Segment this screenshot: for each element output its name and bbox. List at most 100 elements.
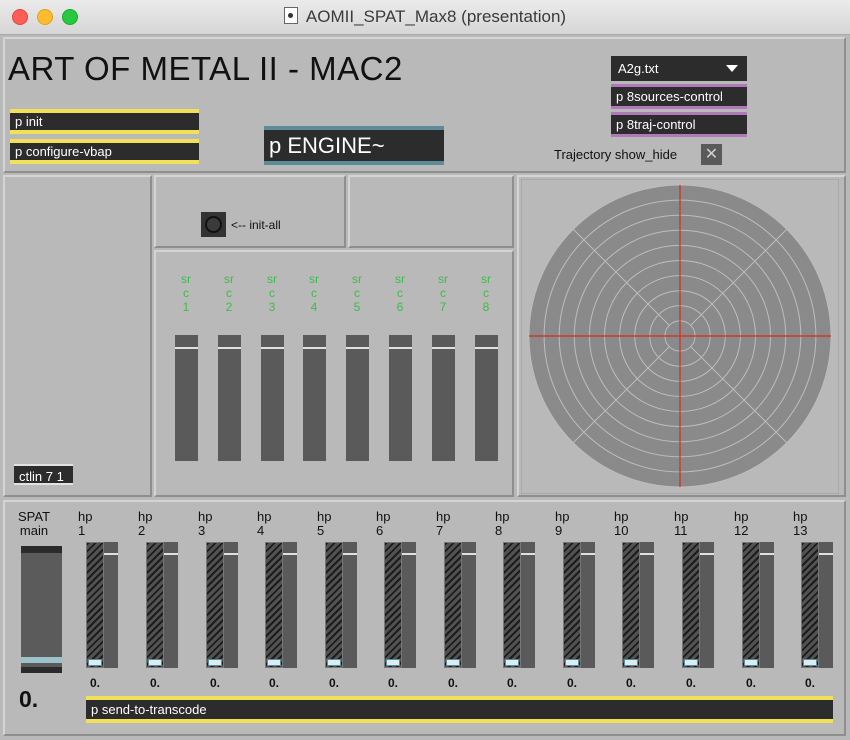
trajectory-grid [528,184,832,488]
ctlin-object[interactable]: ctlin 7 1 [14,464,73,485]
title-bar: AOMII_SPAT_Max8 (presentation) [0,0,850,35]
speaker-label-line: 12 [734,523,749,538]
main-value: 0. [19,686,39,712]
speaker-label-line: 2 [138,523,146,538]
source-label-3: sr c 3 [258,272,286,314]
source-label-line: sr [352,272,362,286]
speaker-label-12: hp 12 [734,510,764,538]
speaker-label-line: hp [376,509,391,524]
source-slider-5[interactable] [346,335,369,461]
speaker-gain-1[interactable] [104,542,118,668]
meter-cap [744,659,758,666]
trajectory-view[interactable] [521,179,839,494]
source-label-line: 3 [268,300,276,314]
speaker-label-line: hp [793,509,808,524]
speaker-gain-3[interactable] [224,542,238,668]
speaker-gain-10[interactable] [640,542,654,668]
speaker-meter-2 [146,542,164,668]
page-title: ART OF METAL II - MAC2 [8,50,403,87]
source-slider-3[interactable] [261,335,284,461]
p-8traj-control-object[interactable]: p 8traj-control [611,112,747,137]
speaker-label-line: 9 [555,523,563,538]
speaker-label-1: hp 1 [78,510,108,538]
source-slider-7[interactable] [432,335,455,461]
speaker-label-6: hp 6 [376,510,406,538]
meter-cap [624,659,638,666]
file-menu[interactable]: A2g.txt [611,56,747,81]
speaker-label-4: hp 4 [257,510,287,538]
p-engine-object[interactable]: p ENGINE~ [264,126,444,165]
source-label-line: c [354,286,360,300]
source-label-line: c [183,286,189,300]
source-label-line: 7 [439,300,447,314]
speaker-gain-12[interactable] [760,542,774,668]
speaker-value-2: 0. [149,676,160,690]
meter-cap [267,659,281,666]
source-label-line: 6 [396,300,404,314]
source-label-line: sr [224,272,234,286]
init-all-label: <-- init-all [231,218,281,232]
source-slider-4[interactable] [303,335,326,461]
speaker-label-line: hp [614,509,629,524]
speaker-label-7: hp 7 [436,510,466,538]
speaker-meter-7 [444,542,462,668]
speaker-label-line: 7 [436,523,444,538]
speaker-meter-1 [86,542,104,668]
p-init-object[interactable]: p init [10,109,199,134]
speaker-value-6: 0. [387,676,398,690]
speaker-gain-2[interactable] [164,542,178,668]
speaker-gain-8[interactable] [521,542,535,668]
speaker-value-8: 0. [506,676,517,690]
speaker-gain-5[interactable] [343,542,357,668]
source-label-line: 1 [182,300,190,314]
speaker-label-line: 5 [317,523,325,538]
speaker-label-line: hp [436,509,451,524]
empty-panel [348,175,514,248]
source-slider-8[interactable] [475,335,498,461]
document-icon [283,7,298,24]
meter-cap [565,659,579,666]
speaker-meter-11 [682,542,700,668]
source-slider-6[interactable] [389,335,412,461]
source-label-line: sr [309,272,319,286]
speaker-label-line: 11 [674,523,688,538]
speaker-meter-10 [622,542,640,668]
p-send-to-transcode-object[interactable]: p send-to-transcode [86,696,833,723]
spat-main-label: SPAT main [13,510,55,538]
window-title: AOMII_SPAT_Max8 (presentation) [0,7,850,27]
source-slider-2[interactable] [218,335,241,461]
main-fader[interactable] [21,546,62,673]
speaker-value-13: 0. [804,676,815,690]
meter-cap [505,659,519,666]
speaker-meter-13 [801,542,819,668]
main-fader-top [21,546,62,553]
speaker-gain-7[interactable] [462,542,476,668]
speaker-gain-6[interactable] [402,542,416,668]
x-toggle-icon[interactable]: ✕ [701,144,722,165]
speaker-meter-6 [384,542,402,668]
source-label-5: sr c 5 [343,272,371,314]
source-label-line: sr [481,272,491,286]
speaker-label-line: 10 [614,523,629,538]
speaker-label-line: hp [138,509,153,524]
source-label-2: sr c 2 [215,272,243,314]
spat-label: SPAT [17,509,51,524]
speaker-gain-11[interactable] [700,542,714,668]
speaker-gain-9[interactable] [581,542,595,668]
source-slider-1[interactable] [175,335,198,461]
init-all-button[interactable] [201,212,226,237]
p-8sources-control-object[interactable]: p 8sources-control [611,84,747,109]
speaker-label-line: 4 [257,523,265,538]
meter-cap [386,659,400,666]
source-label-line: 8 [482,300,490,314]
main-fader-handle[interactable] [21,657,62,663]
sources-panel [154,250,514,497]
speaker-meter-8 [503,542,521,668]
p-configure-vbap-object[interactable]: p configure-vbap [10,139,199,164]
meter-cap [803,659,817,666]
speaker-gain-4[interactable] [283,542,297,668]
speaker-value-5: 0. [328,676,339,690]
speaker-label-13: hp 13 [793,510,823,538]
speaker-value-12: 0. [745,676,756,690]
speaker-gain-13[interactable] [819,542,833,668]
